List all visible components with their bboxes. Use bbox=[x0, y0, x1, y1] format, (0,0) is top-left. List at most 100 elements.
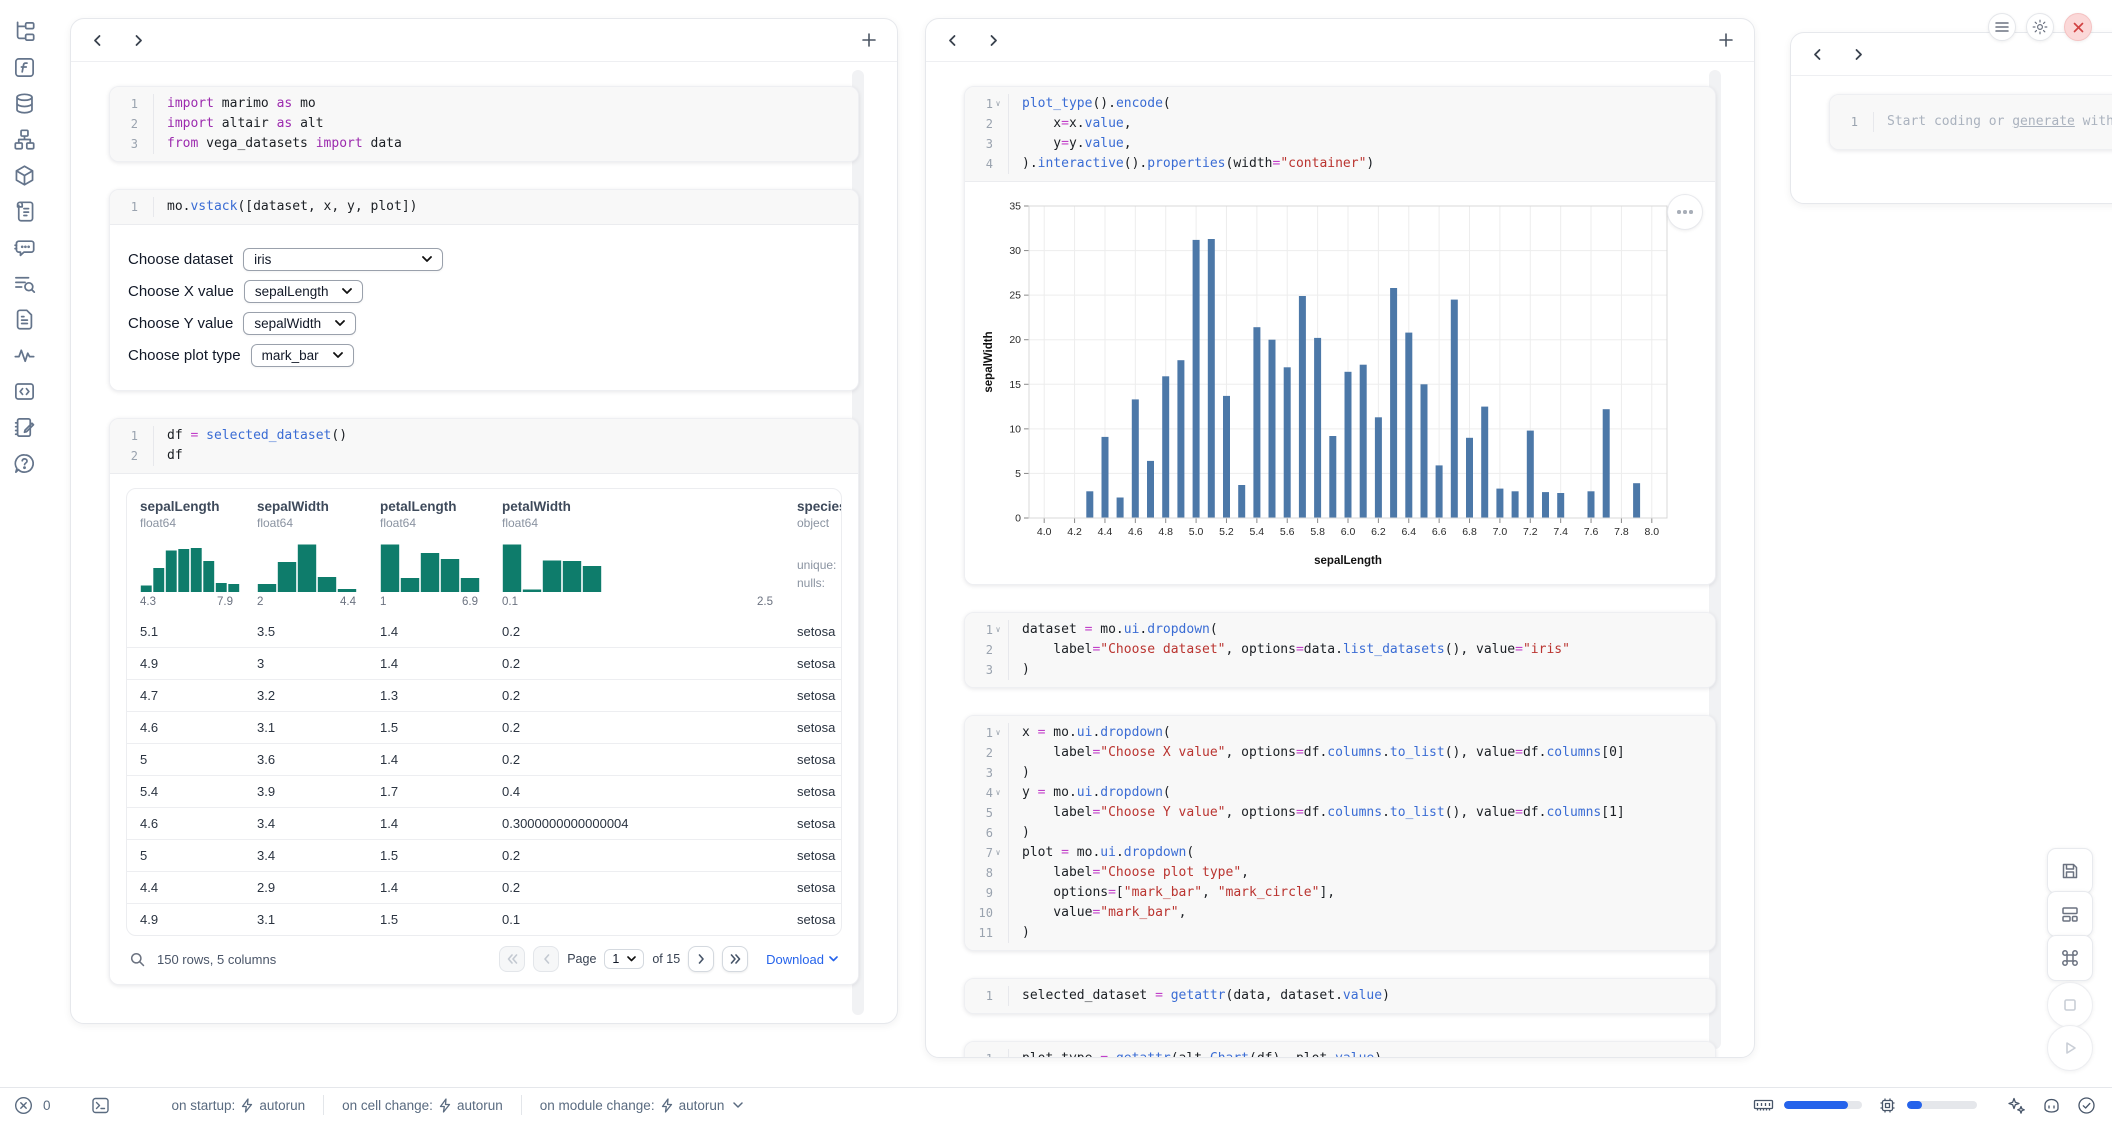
column-right-chevron-icon[interactable] bbox=[132, 34, 145, 47]
cell-imports[interactable]: 1import marimo as mo2import altair as al… bbox=[109, 86, 859, 162]
table-row[interactable]: 4.931.40.2setosa bbox=[127, 647, 841, 679]
altair-bar-chart[interactable]: 4.04.24.44.64.85.05.25.45.65.86.06.26.46… bbox=[981, 196, 1705, 570]
column-right-chevron-icon[interactable] bbox=[1852, 48, 1865, 61]
chart-menu-button[interactable] bbox=[1667, 194, 1703, 230]
dropdown-choose-x-value[interactable]: sepalLength bbox=[244, 280, 364, 303]
download-button[interactable]: Download bbox=[766, 952, 838, 967]
dropdown-row: Choose datasetiris bbox=[128, 248, 840, 271]
table-column-header[interactable]: petalWidthfloat640.12.5 bbox=[489, 499, 784, 608]
logs-icon[interactable] bbox=[13, 200, 36, 223]
documentation-icon[interactable] bbox=[13, 308, 36, 331]
add-cell-button[interactable] bbox=[1718, 32, 1734, 48]
cell-xy-dropdowns[interactable]: 1∨x = mo.ui.dropdown(2 label="Choose X v… bbox=[964, 715, 1716, 951]
cell-vstack[interactable]: 1mo.vstack([dataset, x, y, plot]) Choose… bbox=[109, 189, 859, 391]
file-explorer-icon[interactable] bbox=[13, 20, 36, 43]
table-footer: 150 rows, 5 columns Page 1 of 15 bbox=[126, 946, 842, 972]
code-editor[interactable]: 1plot_type = getattr(alt.Chart(df), plot… bbox=[965, 1042, 1715, 1057]
cell-dataframe[interactable]: 1df = selected_dataset()2df sepalLengthf… bbox=[109, 418, 859, 985]
cell-selected-dataset[interactable]: 1selected_dataset = getattr(data, datase… bbox=[964, 978, 1716, 1014]
code-editor[interactable]: 1df = selected_dataset()2df bbox=[110, 419, 858, 473]
dropdown-choose-dataset[interactable]: iris bbox=[243, 248, 443, 271]
column-body: 1import marimo as mo2import altair as al… bbox=[71, 62, 897, 1023]
code-editor[interactable]: 1import marimo as mo2import altair as al… bbox=[110, 87, 858, 161]
help-icon[interactable] bbox=[13, 452, 36, 475]
runtime-config-on-module-change[interactable]: on module change:autorun bbox=[522, 1098, 762, 1113]
ai-sparkles-icon[interactable] bbox=[2007, 1096, 2026, 1115]
sidebar-rail bbox=[0, 0, 48, 1087]
first-page-button[interactable] bbox=[499, 946, 525, 972]
table-cell: 4.9 bbox=[127, 904, 244, 935]
table-row-summary: 150 rows, 5 columns bbox=[157, 952, 276, 967]
dropdown-choose-y-value[interactable]: sepalWidth bbox=[243, 312, 356, 335]
table-row[interactable]: 4.42.91.40.2setosa bbox=[127, 871, 841, 903]
functions-icon[interactable] bbox=[13, 56, 36, 79]
code-line: 8 label="Choose plot type", bbox=[965, 863, 1715, 883]
close-icon[interactable] bbox=[2064, 13, 2092, 41]
ai-chat-icon[interactable] bbox=[13, 236, 36, 259]
copilot-icon[interactable] bbox=[2042, 1097, 2061, 1114]
svg-text:5.8: 5.8 bbox=[1310, 526, 1325, 538]
cpu-usage-meter bbox=[1907, 1101, 1977, 1109]
code-editor[interactable]: 1mo.vstack([dataset, x, y, plot]) bbox=[110, 190, 858, 224]
search-icon[interactable] bbox=[130, 952, 145, 967]
code-editor[interactable]: 1selected_dataset = getattr(data, datase… bbox=[965, 979, 1715, 1013]
connection-status-icon[interactable] bbox=[2077, 1096, 2096, 1115]
code-line: 1∨dataset = mo.ui.dropdown( bbox=[965, 620, 1715, 640]
cell-empty[interactable]: 1 Start coding or generate with AI bbox=[1829, 94, 2112, 150]
datasources-icon[interactable] bbox=[13, 92, 36, 115]
cell-plot[interactable]: 1∨plot_type().encode(2 x=x.value,3 y=y.v… bbox=[964, 86, 1716, 585]
save-button[interactable] bbox=[2047, 848, 2093, 894]
code-editor[interactable]: 1∨plot_type().encode(2 x=x.value,3 y=y.v… bbox=[965, 87, 1715, 181]
code-placeholder[interactable]: Start coding or generate with AI bbox=[1887, 112, 2112, 132]
dropdown-choose-plot-type[interactable]: mark_bar bbox=[251, 344, 354, 367]
table-row[interactable]: 5.13.51.40.2setosa bbox=[127, 616, 841, 647]
add-cell-button[interactable] bbox=[861, 32, 877, 48]
table-row[interactable]: 53.61.40.2setosa bbox=[127, 743, 841, 775]
runtime-config-on-cell-change[interactable]: on cell change:autorun bbox=[324, 1098, 521, 1113]
runtime-config-on-startup[interactable]: on startup:autorun bbox=[154, 1098, 324, 1113]
table-cell: setosa bbox=[784, 712, 842, 743]
svg-text:5.4: 5.4 bbox=[1250, 526, 1265, 538]
gear-icon[interactable] bbox=[2026, 13, 2054, 41]
table-row[interactable]: 53.41.50.2setosa bbox=[127, 839, 841, 871]
ram-icon bbox=[1753, 1096, 1774, 1114]
table-row[interactable]: 5.43.91.70.4setosa bbox=[127, 775, 841, 807]
dependency-graph-icon[interactable] bbox=[13, 128, 36, 151]
snippets-icon[interactable] bbox=[13, 380, 36, 403]
cell-plot-type[interactable]: 1plot_type = getattr(alt.Chart(df), plot… bbox=[964, 1041, 1716, 1057]
table-column-header[interactable]: sepalWidthfloat6424.4 bbox=[244, 499, 367, 608]
last-page-button[interactable] bbox=[722, 946, 748, 972]
next-page-button[interactable] bbox=[688, 946, 714, 972]
generate-with-ai-link[interactable]: generate bbox=[2012, 114, 2075, 129]
menu-icon[interactable] bbox=[1988, 13, 2016, 41]
code-editor[interactable]: 1∨x = mo.ui.dropdown(2 label="Choose X v… bbox=[965, 716, 1715, 950]
page-select[interactable]: 1 bbox=[604, 949, 644, 969]
prev-page-button[interactable] bbox=[533, 946, 559, 972]
tracing-icon[interactable] bbox=[13, 344, 36, 367]
table-column-header[interactable]: sepalLengthfloat644.37.9 bbox=[127, 499, 244, 608]
scratchpad-icon[interactable] bbox=[13, 272, 36, 295]
table-cell: 3.4 bbox=[244, 808, 367, 839]
table-row[interactable]: 4.63.11.50.2setosa bbox=[127, 711, 841, 743]
table-column-header[interactable]: speciesobjectunique:nulls: bbox=[784, 499, 842, 608]
column-right-chevron-icon[interactable] bbox=[987, 34, 1000, 47]
column-left-chevron-icon[interactable] bbox=[91, 34, 104, 47]
packages-icon[interactable] bbox=[13, 164, 36, 187]
layout-button[interactable] bbox=[2047, 891, 2093, 937]
terminal-icon[interactable] bbox=[91, 1096, 110, 1115]
keyboard-shortcuts-button[interactable] bbox=[2047, 935, 2093, 981]
table-cell: 4.6 bbox=[127, 808, 244, 839]
table-row[interactable]: 4.63.41.40.3000000000000004setosa bbox=[127, 807, 841, 839]
table-row[interactable]: 4.93.11.50.1setosa bbox=[127, 903, 841, 935]
table-column-header[interactable]: petalLengthfloat6416.9 bbox=[367, 499, 489, 608]
code-editor[interactable]: 1∨dataset = mo.ui.dropdown(2 label="Choo… bbox=[965, 613, 1715, 687]
stop-button[interactable] bbox=[2047, 982, 2093, 1028]
column-left-chevron-icon[interactable] bbox=[1811, 48, 1824, 61]
column-left-chevron-icon[interactable] bbox=[946, 34, 959, 47]
run-button[interactable] bbox=[2047, 1025, 2093, 1071]
table-cell: 0.4 bbox=[489, 776, 784, 807]
table-row[interactable]: 4.73.21.30.2setosa bbox=[127, 679, 841, 711]
cell-dataset-dropdown[interactable]: 1∨dataset = mo.ui.dropdown(2 label="Choo… bbox=[964, 612, 1716, 688]
error-indicator[interactable]: 0 bbox=[14, 1096, 51, 1115]
notebook-icon[interactable] bbox=[13, 416, 36, 439]
